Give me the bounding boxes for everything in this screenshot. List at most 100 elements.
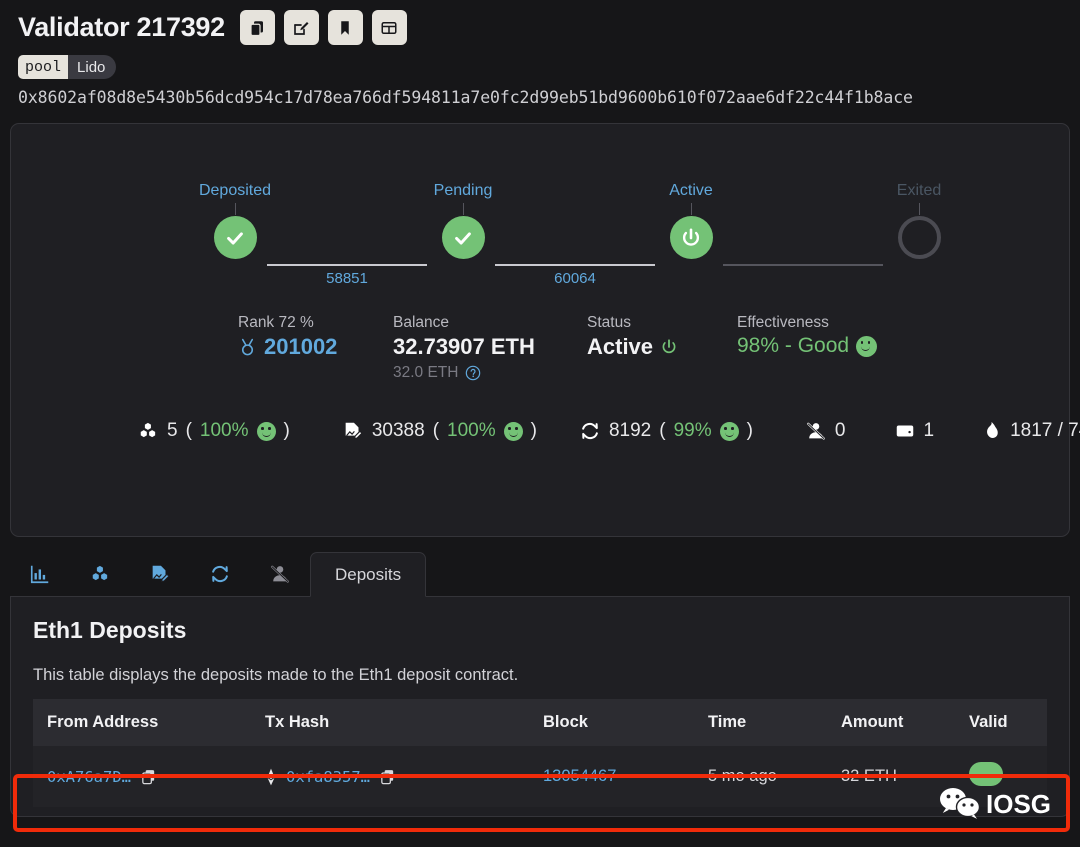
check-icon: [455, 231, 471, 245]
table-view-button[interactable]: [371, 10, 407, 45]
metric-sync-value: 8192: [608, 420, 652, 441]
edit-button[interactable]: [283, 10, 319, 45]
col-time[interactable]: Time: [708, 699, 841, 746]
timeline-connector-2: [495, 264, 655, 266]
timeline-node-active[interactable]: Active: [631, 182, 751, 259]
tx-hash-link[interactable]: 0xfa8357…: [286, 768, 370, 786]
col-from-address[interactable]: From Address: [33, 699, 265, 746]
help-circle-icon[interactable]: [465, 365, 481, 381]
tab-charts[interactable]: [10, 551, 70, 596]
timeline-connector-1: [267, 264, 427, 266]
metric-burn-value: 1817 / 7414: [1010, 420, 1080, 441]
metric-blocks[interactable]: 5 (100% ): [137, 420, 290, 442]
deposits-title: Eth1 Deposits: [33, 617, 187, 643]
page-header: Validator 217392 pool Lido 0x8602af08d8e…: [0, 0, 1080, 107]
metric-wallet[interactable]: 1: [894, 420, 935, 442]
tab-deposits[interactable]: Deposits: [310, 552, 427, 597]
metric-sync[interactable]: 8192 (99% ): [579, 420, 753, 442]
timeline-circle-deposited: [213, 216, 257, 259]
tab-bar: Deposits: [10, 551, 1070, 597]
blocks-icon: [140, 422, 156, 438]
timeline-node-exited[interactable]: Exited: [859, 182, 979, 259]
smiley-icon: [719, 421, 739, 441]
timeline-circle-pending: [441, 216, 485, 259]
tab-slashings[interactable]: [250, 551, 310, 596]
tab-blocks[interactable]: [70, 551, 130, 596]
validator-page: Validator 217392 pool Lido 0x8602af08d8e…: [0, 0, 1080, 847]
timeline-circle-active: [669, 216, 713, 259]
metric-sync-pct: 99%: [673, 420, 712, 441]
col-amount[interactable]: Amount: [841, 699, 969, 746]
timeline-circle-exited: [897, 216, 941, 259]
metric-burn[interactable]: 1817 / 7414: [980, 420, 1080, 442]
stat-balance-value: 32.73907 ETH: [393, 334, 535, 359]
timeline-connector-label-1: 58851: [326, 270, 368, 287]
slashed-user-icon: [271, 565, 289, 583]
copy-icon: [250, 20, 264, 36]
stat-balance-sub-wrap: 32.0 ETH: [393, 364, 535, 382]
tab-deposits-label: Deposits: [335, 564, 402, 584]
cell-tx-hash: 0xfa8357…: [265, 746, 543, 807]
metric-attestations[interactable]: 30388 (100% ): [342, 420, 537, 442]
metric-slashings-value: 0: [834, 420, 846, 441]
blocks-icon: [92, 565, 108, 580]
validator-pubkey[interactable]: 0x8602af08d8e5430b56dcd954c17d78ea766df5…: [18, 88, 1080, 107]
wechat-icon: [940, 788, 981, 819]
timeline-stem: [234, 203, 236, 215]
bookmark-icon: [341, 20, 350, 35]
stat-status-value: Active: [587, 334, 654, 359]
stat-effectiveness: Effectiveness 98% - Good: [737, 314, 878, 358]
stat-balance-label: Balance: [393, 314, 450, 331]
timeline-node-pending[interactable]: Pending: [403, 182, 523, 259]
metrics-row: 5 (100% ) 30388 (100% ) 8192 (99%) 0 1 …: [11, 420, 1080, 442]
stat-balance-sub: 32.0 ETH: [393, 364, 459, 381]
watermark-text: IOSG: [986, 788, 1052, 819]
smiley-icon: [256, 421, 276, 441]
deposits-description: This table displays the deposits made to…: [33, 666, 519, 684]
stat-effectiveness-value-wrap: 98% - Good: [737, 334, 878, 358]
stat-balance: Balance 32.73907 ETH 32.0 ETH: [393, 314, 535, 382]
power-icon: [662, 339, 676, 354]
power-icon: [682, 227, 700, 246]
cell-from-address: 0xA76a7D…: [33, 746, 265, 807]
pool-badge[interactable]: pool Lido: [18, 55, 117, 79]
timeline-stem: [462, 203, 464, 215]
timeline-label-exited: Exited: [896, 182, 942, 199]
deposits-table: From Address Tx Hash Block Time Amount V…: [33, 699, 1047, 807]
copy-icon[interactable]: [140, 768, 157, 785]
col-block[interactable]: Block: [543, 699, 708, 746]
table-row[interactable]: 0xA76a7D… 0xfa8357… 13054467 5 mo ago 32…: [33, 746, 1047, 807]
timeline-stem: [690, 203, 692, 215]
timeline-node-deposited[interactable]: Deposited: [175, 182, 295, 259]
badge-row: pool Lido: [18, 55, 1080, 79]
medal-icon: [241, 338, 254, 355]
table-icon: [381, 21, 397, 34]
deposits-panel: Eth1 Deposits This table displays the de…: [10, 597, 1070, 817]
cell-block[interactable]: 13054467: [543, 746, 708, 807]
timeline-label-pending: Pending: [433, 182, 493, 199]
wallet-icon: [896, 425, 913, 437]
metric-wallet-value: 1: [923, 420, 935, 441]
col-valid[interactable]: Valid: [969, 699, 1047, 746]
bookmark-button[interactable]: [327, 10, 363, 45]
deposits-table-head: From Address Tx Hash Block Time Amount V…: [33, 699, 1047, 746]
cell-time: 5 mo ago: [708, 746, 841, 807]
header-actions: [239, 10, 407, 45]
ethereum-icon: [267, 768, 275, 785]
metric-slashings[interactable]: 0: [805, 420, 846, 442]
timeline-label-active: Active: [669, 182, 713, 199]
stat-effectiveness-label: Effectiveness: [737, 314, 829, 331]
deposits-table-body: 0xA76a7D… 0xfa8357… 13054467 5 mo ago 32…: [33, 746, 1047, 807]
col-tx-hash[interactable]: Tx Hash: [265, 699, 543, 746]
smiley-icon: [856, 335, 878, 357]
timeline-connector-label-2: 60064: [554, 270, 596, 287]
timeline-label-deposited: Deposited: [198, 182, 272, 199]
from-address-link[interactable]: 0xA76a7D…: [47, 768, 131, 786]
tab-sync[interactable]: [190, 551, 250, 596]
copy-button[interactable]: [239, 10, 275, 45]
stat-status: Status Active: [587, 314, 678, 360]
metric-blocks-value: 5: [167, 420, 178, 441]
copy-icon[interactable]: [379, 768, 396, 785]
tab-attestations[interactable]: [130, 551, 190, 596]
stat-status-value-wrap: Active: [587, 334, 678, 360]
